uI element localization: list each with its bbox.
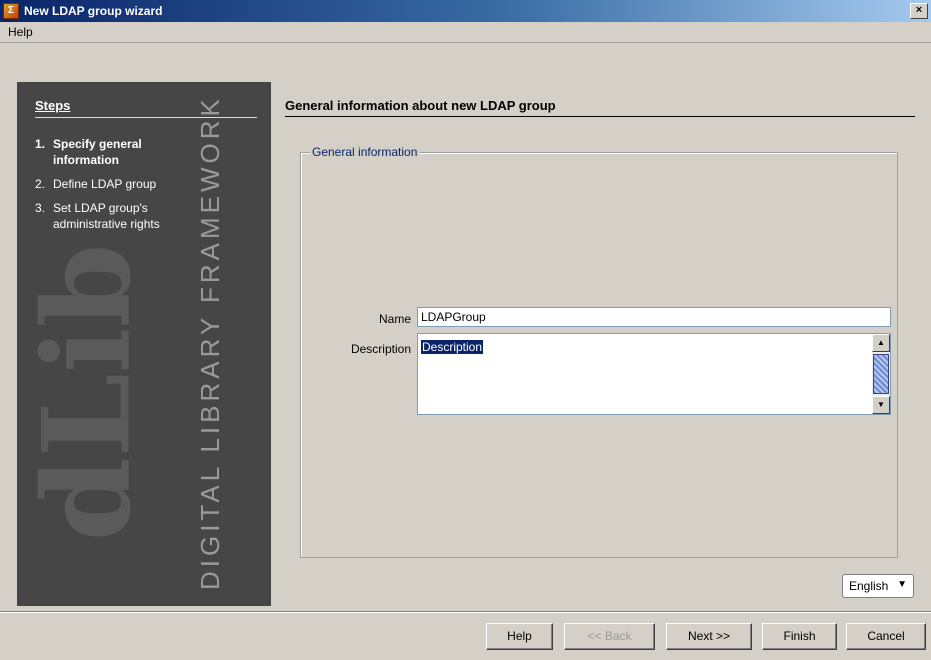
steps-title: Steps — [35, 98, 257, 118]
description-scrollbar[interactable]: ▲ ▼ — [872, 334, 890, 414]
step-number: 3. — [35, 201, 46, 215]
scroll-up-button[interactable]: ▲ — [872, 334, 890, 352]
step-specify-general: 1. Specify general information — [35, 136, 205, 168]
separator — [0, 611, 931, 613]
title-bar: Σ New LDAP group wizard × — [0, 0, 931, 22]
cancel-button[interactable]: Cancel — [846, 623, 926, 650]
language-value: English — [849, 579, 889, 593]
step-label: Specify general information — [53, 137, 142, 167]
step-number: 2. — [35, 177, 46, 191]
description-text: Description — [421, 340, 484, 354]
steps-list: 1. Specify general information 2. Define… — [35, 136, 205, 240]
menu-help[interactable]: Help — [8, 25, 33, 39]
group-title: General information — [310, 145, 420, 159]
description-label: Description — [350, 342, 411, 356]
window-title: New LDAP group wizard — [24, 4, 163, 18]
description-textarea[interactable]: Description ▲ ▼ — [417, 333, 891, 415]
help-button[interactable]: Help — [486, 623, 553, 650]
back-button[interactable]: << Back — [564, 623, 655, 650]
dlib-logo-watermark: dLib — [17, 243, 158, 542]
step-define-ldap-group: 2. Define LDAP group — [35, 176, 205, 192]
menu-bar: Help — [0, 22, 931, 43]
name-field[interactable] — [417, 307, 891, 327]
step-number: 1. — [35, 137, 46, 151]
close-button[interactable]: × — [910, 3, 928, 19]
step-label: Set LDAP group's administrative rights — [53, 201, 160, 231]
page-title: General information about new LDAP group — [285, 98, 915, 117]
name-label: Name — [378, 312, 411, 326]
finish-button[interactable]: Finish — [762, 623, 837, 650]
step-label: Define LDAP group — [53, 177, 157, 191]
next-button[interactable]: Next >> — [666, 623, 752, 650]
steps-panel: dLib DIGITAL LIBRARY FRAMEWORK Steps 1. … — [17, 82, 271, 606]
scroll-thumb[interactable] — [873, 354, 889, 394]
language-select[interactable]: English ▼ — [842, 574, 914, 598]
step-admin-rights: 3. Set LDAP group's administrative right… — [35, 200, 205, 232]
chevron-down-icon: ▼ — [897, 579, 907, 590]
app-icon: Σ — [3, 3, 19, 19]
scroll-down-button[interactable]: ▼ — [872, 396, 890, 414]
